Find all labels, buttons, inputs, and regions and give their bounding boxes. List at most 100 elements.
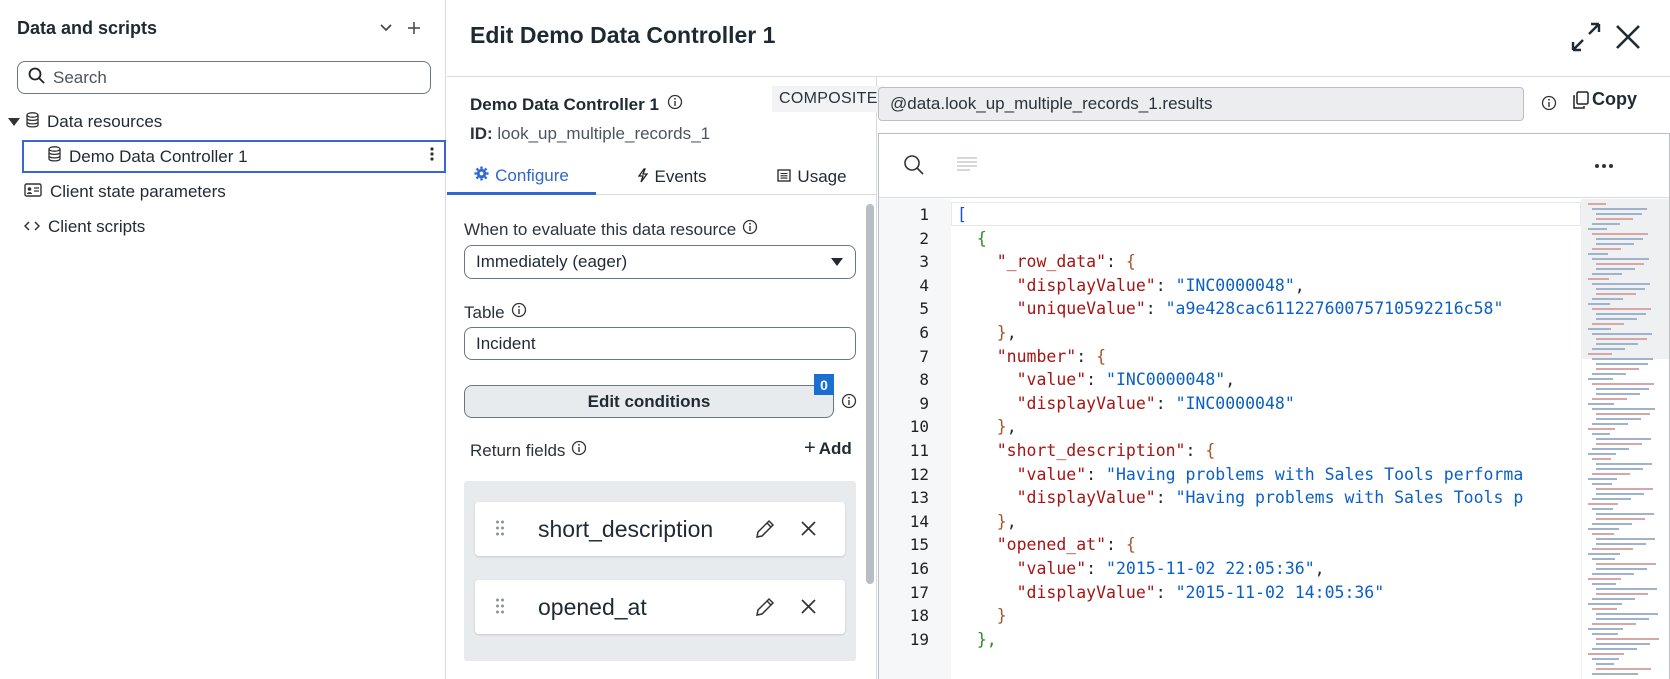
return-field-card[interactable]: short_description	[475, 502, 845, 556]
tree-item-demo-data-controller[interactable]: Demo Data Controller 1	[22, 140, 446, 173]
minimap-line	[1588, 528, 1619, 530]
return-field-card[interactable]: opened_at	[475, 580, 845, 634]
select-value: Immediately (eager)	[476, 252, 628, 271]
edit-pencil-icon[interactable]	[754, 596, 776, 623]
code-line: },	[957, 630, 997, 649]
drag-handle-icon[interactable]	[495, 519, 505, 542]
info-icon[interactable]	[511, 302, 527, 323]
minimap-line	[1592, 323, 1624, 325]
config-panel: Demo Data Controller 1 COMPOSITE ID: loo…	[447, 77, 885, 679]
minimap-line	[1592, 233, 1648, 235]
json-punctuation: :	[1076, 346, 1097, 366]
line-number: 6	[919, 323, 929, 342]
minimap-line	[1596, 243, 1634, 245]
minimap-line	[1588, 253, 1608, 255]
data-path-field[interactable]: @data.look_up_multiple_records_1.results	[878, 87, 1524, 121]
minimap-line	[1592, 558, 1615, 560]
minimap-line	[1592, 473, 1630, 475]
minimap-line	[1596, 588, 1657, 590]
json-punctuation	[957, 299, 1017, 318]
minimap-line	[1596, 543, 1646, 545]
code-toolbar	[879, 134, 1669, 198]
minimap-line	[1592, 448, 1629, 450]
line-number: 4	[919, 275, 929, 295]
chevron-down-icon[interactable]	[372, 16, 400, 40]
copy-button[interactable]: Copy	[1572, 89, 1637, 110]
scrollbar[interactable]	[865, 204, 875, 679]
minimap-line	[1588, 428, 1615, 430]
search-field[interactable]	[17, 61, 431, 94]
code-minimap[interactable]	[1581, 199, 1669, 679]
add-return-field-button[interactable]: + Add	[804, 437, 852, 460]
json-punctuation: :	[1106, 535, 1126, 555]
json-punctuation: :	[1155, 393, 1176, 413]
database-icon	[26, 111, 39, 133]
json-punctuation: :	[1155, 275, 1176, 295]
tree-item-client-scripts[interactable]: Client scripts	[0, 210, 446, 244]
info-icon[interactable]	[841, 393, 857, 414]
minimap-line	[1596, 343, 1638, 345]
minimap-line	[1596, 488, 1653, 490]
edit-pencil-icon[interactable]	[754, 518, 776, 545]
expand-icon[interactable]	[1569, 20, 1603, 54]
tree-item-label: Client scripts	[48, 217, 146, 236]
line-number: 15	[909, 535, 929, 555]
resource-id: ID: look_up_multiple_records_1	[470, 124, 710, 144]
close-icon[interactable]	[1611, 20, 1645, 54]
add-icon[interactable]	[400, 16, 428, 40]
id-label: ID:	[470, 124, 493, 143]
more-options-icon[interactable]	[430, 146, 434, 167]
line-number: 13	[909, 488, 929, 508]
more-options-icon[interactable]	[1594, 152, 1614, 175]
line-number-gutter: 1 2 3 4 5 6 7 8 9 10 11 12 13 14 15 16 17 18 19	[879, 199, 951, 679]
label-text: When to evaluate this data resource	[464, 219, 737, 239]
minimap-line	[1592, 383, 1654, 385]
composite-badge: COMPOSITE	[772, 86, 885, 112]
json-code-area[interactable]: [ { "_row_data": { "displayValue": "INC0…	[951, 199, 1581, 679]
tab-events[interactable]: Events	[596, 159, 747, 195]
minimap-line	[1588, 378, 1613, 380]
json-punctuation: ,	[1006, 323, 1017, 342]
remove-icon[interactable]	[800, 520, 817, 542]
json-punctuation: ,	[1006, 511, 1017, 531]
search-icon[interactable]	[903, 154, 925, 181]
search-input[interactable]	[53, 67, 413, 88]
tree-item-data-resources[interactable]: Data resources	[0, 105, 446, 139]
line-number: 2	[919, 228, 929, 248]
format-lines-icon[interactable]	[956, 156, 978, 179]
tree-item-client-state-parameters[interactable]: Client state parameters	[0, 175, 446, 209]
minimap-line	[1596, 363, 1648, 365]
expand-caret-icon[interactable]	[8, 118, 20, 126]
info-icon[interactable]	[667, 94, 683, 115]
tree-item-label: Data resources	[47, 112, 163, 131]
code-line: "displayValue": "INC0000048",	[957, 276, 1305, 295]
table-field[interactable]: Incident	[464, 327, 856, 360]
remove-icon[interactable]	[800, 598, 817, 620]
tab-usage[interactable]: Usage	[747, 159, 877, 195]
code-line: },	[957, 417, 1017, 436]
drag-handle-icon[interactable]	[495, 597, 505, 620]
json-punctuation	[957, 347, 997, 366]
table-label: Table	[464, 302, 527, 323]
json-punctuation: :	[1185, 441, 1206, 460]
json-key: "displayValue"	[1016, 488, 1156, 508]
minimap-line	[1588, 553, 1620, 555]
info-icon[interactable]	[1541, 95, 1557, 116]
json-key: "uniqueValue"	[1016, 299, 1146, 319]
json-key: "displayValue"	[1016, 582, 1156, 602]
code-line: },	[957, 323, 1017, 342]
json-string: "INC0000048"	[1175, 393, 1295, 413]
tab-configure[interactable]: Configure	[447, 159, 596, 195]
info-icon[interactable]	[742, 219, 758, 240]
edit-conditions-button[interactable]: Edit conditions	[464, 385, 834, 418]
evaluation-mode-select[interactable]: Immediately (eager)	[464, 245, 856, 279]
data-and-scripts-panel: Data and scripts Data resources Demo Dat…	[0, 0, 446, 679]
return-fields-label: Return fields	[470, 440, 587, 461]
line-number: 11	[909, 441, 929, 460]
json-key: "opened_at"	[996, 535, 1107, 555]
json-punctuation: ,	[1314, 559, 1325, 578]
scrollbar-thumb[interactable]	[866, 204, 874, 584]
info-icon[interactable]	[571, 440, 587, 461]
minimap-line	[1596, 338, 1647, 340]
code-line: "_row_data": {	[957, 252, 1136, 271]
